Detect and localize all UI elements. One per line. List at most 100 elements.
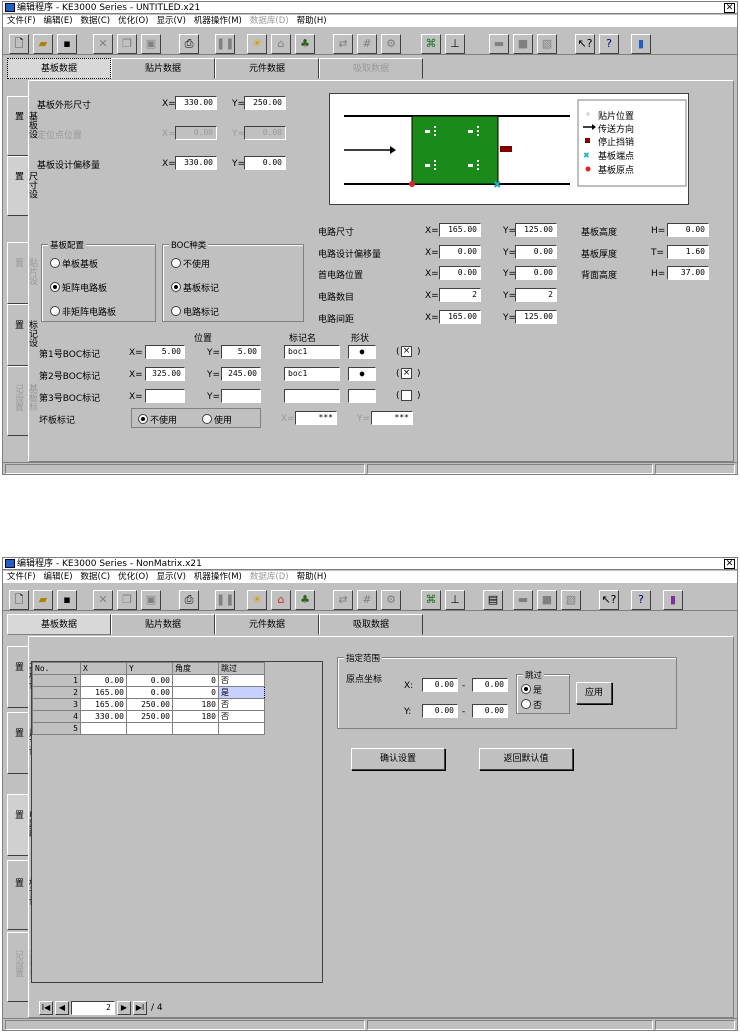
table-row[interactable]: 4 330.00 250.00 180 否 xyxy=(32,710,265,723)
menu-view[interactable]: 显示(V) xyxy=(152,571,189,583)
range-x-from[interactable]: 0.00 xyxy=(422,678,458,692)
locator-x[interactable]: 0.00 xyxy=(175,126,217,140)
tab-component-data[interactable]: 元件数据 xyxy=(215,614,319,635)
boc1-y[interactable]: 5.00 xyxy=(221,345,261,359)
range-x-to[interactable]: 0.00 xyxy=(472,678,508,692)
boc3-checkbox[interactable] xyxy=(401,390,412,401)
circuit-count-x[interactable]: 2 xyxy=(439,288,481,302)
tab-board-data[interactable]: 基板数据 xyxy=(7,58,111,79)
cut-icon[interactable]: ✕ xyxy=(93,590,113,610)
design-offset-x[interactable]: 330.00 xyxy=(175,156,217,170)
tab-component-data[interactable]: 元件数据 xyxy=(215,58,319,79)
side-tab-placement-settings[interactable]: 贴片设置 xyxy=(7,242,37,304)
bulb-icon[interactable]: ☀ xyxy=(247,590,267,610)
range-y-to[interactable]: 0.00 xyxy=(472,704,508,718)
copy-icon[interactable]: ❐ xyxy=(117,34,137,54)
menu-optimize[interactable]: 优化(O) xyxy=(114,15,152,27)
menu-edit[interactable]: 编辑(E) xyxy=(40,15,77,27)
boc2-shape[interactable]: ● xyxy=(348,367,376,381)
side-tab-mark-settings[interactable]: 标记设置 xyxy=(7,304,37,366)
exit-icon[interactable]: ▮ xyxy=(663,590,683,610)
back-height-input[interactable]: 37.00 xyxy=(667,266,709,280)
page-input[interactable]: 2 xyxy=(71,1001,115,1015)
cell-skip-selected[interactable]: 是 xyxy=(218,686,265,699)
cell-angle[interactable]: 180 xyxy=(172,698,219,711)
boc2-x[interactable]: 325.00 xyxy=(145,367,185,381)
print-icon[interactable]: ⎙ xyxy=(179,34,199,54)
radio-boc-none[interactable]: 不使用 xyxy=(171,257,210,270)
cell-angle[interactable] xyxy=(172,722,219,735)
paste-icon[interactable]: ▣ xyxy=(141,34,161,54)
table-row[interactable]: 2 165.00 0.00 0 是 xyxy=(32,686,265,699)
boc1-checkbox[interactable]: × xyxy=(401,346,412,357)
cell-y[interactable] xyxy=(126,722,173,735)
cell-x[interactable]: 0.00 xyxy=(80,674,127,687)
tab-board-data[interactable]: 基板数据 xyxy=(7,614,111,635)
feeder-icon[interactable]: ▤ xyxy=(483,590,503,610)
side-tab-board-settings[interactable]: 基板设置 xyxy=(7,96,37,156)
side-tab-circuit-config[interactable]: 电路配置 xyxy=(7,794,37,856)
nozzle-icon[interactable]: ⊥ xyxy=(445,590,465,610)
nozzle-icon[interactable]: ⊥ xyxy=(445,34,465,54)
boc3-x[interactable] xyxy=(145,389,185,403)
save-icon[interactable]: ▪ xyxy=(57,34,77,54)
cell-skip[interactable]: 否 xyxy=(218,674,265,687)
boc1-shape[interactable]: ● xyxy=(348,345,376,359)
locator-y[interactable]: 0.00 xyxy=(244,126,286,140)
cell-skip[interactable] xyxy=(218,722,265,735)
menu-optimize[interactable]: 优化(O) xyxy=(114,571,152,583)
copy-icon[interactable]: ❐ xyxy=(117,590,137,610)
boc1-x[interactable]: 5.00 xyxy=(145,345,185,359)
camera-icon[interactable]: ⌘ xyxy=(421,34,441,54)
cell-skip[interactable]: 否 xyxy=(218,698,265,711)
board-outline-x[interactable]: 330.00 xyxy=(175,96,217,110)
cut-icon[interactable]: ✕ xyxy=(93,34,113,54)
apply-button[interactable]: 应用 xyxy=(576,682,612,704)
radio-bad-mark-on[interactable]: 使用 xyxy=(202,413,232,426)
side-tab-board-mark-settings[interactable]: 基板标记设置 xyxy=(7,366,37,436)
side-tab-size-settings[interactable]: 尺寸设置 xyxy=(7,712,37,774)
exit-icon[interactable]: ▮ xyxy=(631,34,651,54)
side-tab-board-settings[interactable]: 基板设置 xyxy=(7,646,37,708)
menu-data[interactable]: 数据(C) xyxy=(77,571,115,583)
radio-boc-circuit-mark[interactable]: 电路标记 xyxy=(171,305,219,318)
table-row[interactable]: 1 0.00 0.00 0 否 xyxy=(32,674,265,687)
help-cursor-icon[interactable]: ↖? xyxy=(575,34,595,54)
boc3-shape[interactable] xyxy=(348,389,376,403)
cell-y[interactable]: 250.00 xyxy=(126,710,173,723)
close-button[interactable]: ✕ xyxy=(724,3,735,13)
pause-icon[interactable]: ❚❚ xyxy=(215,34,235,54)
boc3-y[interactable] xyxy=(221,389,261,403)
radio-single-board[interactable]: 单板基板 xyxy=(50,257,98,270)
tool-icon[interactable]: ⚙ xyxy=(381,590,401,610)
cell-skip[interactable]: 否 xyxy=(218,710,265,723)
stack-icon[interactable]: ■ xyxy=(537,590,557,610)
design-offset-y[interactable]: 0.00 xyxy=(244,156,286,170)
radio-boc-board-mark[interactable]: 基板标记 xyxy=(171,281,219,294)
machine-icon[interactable]: ⌂ xyxy=(271,590,291,610)
bad-mark-x[interactable]: *** xyxy=(295,411,337,425)
bad-mark-y[interactable]: *** xyxy=(371,411,413,425)
cell-x[interactable] xyxy=(80,722,127,735)
circuit-offset-x[interactable]: 0.00 xyxy=(439,245,481,259)
stop-icon[interactable]: ■ xyxy=(513,34,533,54)
cell-y[interactable]: 0.00 xyxy=(126,674,173,687)
paste-icon[interactable]: ▣ xyxy=(141,590,161,610)
menu-data[interactable]: 数据(C) xyxy=(77,15,115,27)
optimize-icon[interactable]: ♣ xyxy=(295,590,315,610)
first-circuit-x[interactable]: 0.00 xyxy=(439,266,481,280)
menu-machine[interactable]: 机器操作(M) xyxy=(190,15,246,27)
cell-angle[interactable]: 0 xyxy=(172,686,219,699)
board-outline-y[interactable]: 250.00 xyxy=(244,96,286,110)
pause-icon[interactable]: ❚❚ xyxy=(215,590,235,610)
cell-x[interactable]: 165.00 xyxy=(80,686,127,699)
radio-skip-yes[interactable]: 是 xyxy=(521,683,542,696)
tab-pickup-data[interactable]: 吸取数据 xyxy=(319,58,423,79)
stack-icon[interactable]: ▧ xyxy=(537,34,557,54)
confirm-button[interactable]: 确认设置 xyxy=(351,748,445,770)
radio-nonmatrix-board[interactable]: 非矩阵电路板 xyxy=(50,305,116,318)
first-circuit-y[interactable]: 0.00 xyxy=(515,266,557,280)
board-thickness-input[interactable]: 1.60 xyxy=(667,245,709,259)
circuit-count-y[interactable]: 2 xyxy=(515,288,557,302)
menu-edit[interactable]: 编辑(E) xyxy=(40,571,77,583)
